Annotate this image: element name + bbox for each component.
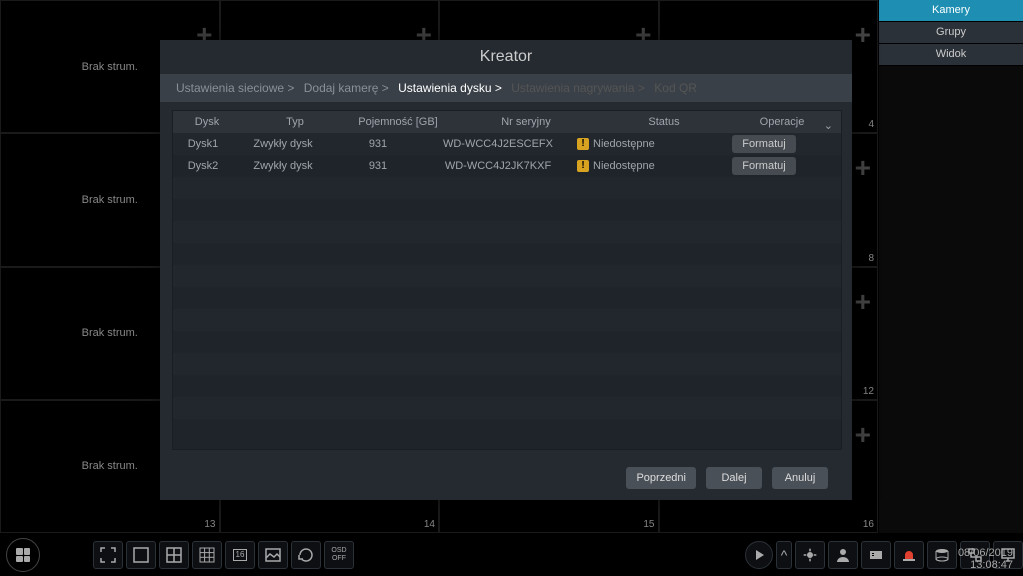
- alarm-icon[interactable]: [894, 541, 924, 569]
- cell-capacity: 931: [333, 133, 423, 155]
- status-text: Niedostępne: [593, 133, 655, 155]
- chevron-up-icon[interactable]: ^: [776, 541, 792, 569]
- no-stream-label: Brak strum.: [82, 194, 138, 206]
- no-stream-label: Brak strum.: [82, 327, 138, 339]
- layout-1-icon[interactable]: [126, 541, 156, 569]
- table-row: [173, 265, 841, 287]
- camera-number: 14: [424, 519, 435, 530]
- table-row: [173, 397, 841, 419]
- prev-button[interactable]: Poprzedni: [626, 467, 696, 489]
- col-disk: Dysk: [173, 111, 241, 133]
- add-camera-icon[interactable]: +: [855, 419, 871, 451]
- tab-cameras[interactable]: Kamery: [879, 0, 1023, 22]
- time-text: 13:08:47: [958, 559, 1013, 571]
- col-capacity: Pojemność [GB]: [349, 111, 447, 133]
- modal-body: Dysk Typ Pojemność [GB] Nr seryjny Statu…: [160, 102, 852, 456]
- table-row: [173, 243, 841, 265]
- modal-title: Kreator: [160, 40, 852, 74]
- table-row: [173, 353, 841, 375]
- layout-16-icon[interactable]: 16: [225, 541, 255, 569]
- cell-disk: Dysk1: [173, 133, 233, 155]
- add-camera-icon[interactable]: +: [855, 152, 871, 184]
- table-row: [173, 177, 841, 199]
- cell-operations: Formatuj: [687, 155, 841, 177]
- col-type: Typ: [241, 111, 349, 133]
- main-menu-icon[interactable]: [6, 538, 40, 572]
- tab-groups[interactable]: Grupy: [879, 22, 1023, 44]
- table-row: Dysk2 Zwykły dysk 931 WD-WCC4J2JK7KXF ! …: [173, 155, 841, 177]
- date-text: 08/06/2019: [958, 547, 1013, 559]
- cell-operations: Formatuj: [687, 133, 841, 155]
- table-body: Dysk1 Zwykły dysk 931 WD-WCC4J2ESCEFX ! …: [173, 133, 841, 441]
- col-operations[interactable]: Operacje ⌄: [723, 111, 841, 133]
- table-row: [173, 331, 841, 353]
- crumb-network[interactable]: Ustawienia sieciowe >: [176, 81, 294, 95]
- next-button[interactable]: Dalej: [706, 467, 762, 489]
- disk-icon[interactable]: [927, 541, 957, 569]
- cell-serial: WD-WCC4J2ESCEFX: [423, 133, 573, 155]
- crumb-qr: Kod QR: [654, 81, 697, 95]
- camera-number: 16: [863, 519, 874, 530]
- osd-toggle-icon[interactable]: OSD OFF: [324, 541, 354, 569]
- camera-number: 13: [204, 519, 215, 530]
- camera-number: 12: [863, 386, 874, 397]
- camera-number: 15: [643, 519, 654, 530]
- format-button[interactable]: Formatuj: [732, 157, 796, 175]
- breadcrumb: Ustawienia sieciowe > Dodaj kamerę > Ust…: [160, 74, 852, 102]
- cell-type: Zwykły dysk: [233, 133, 333, 155]
- fullscreen-icon[interactable]: [93, 541, 123, 569]
- col-operations-label: Operacje: [760, 116, 805, 128]
- col-status: Status: [605, 111, 723, 133]
- right-panel: Kamery Grupy Widok: [879, 0, 1023, 533]
- tab-view[interactable]: Widok: [879, 44, 1023, 66]
- add-camera-icon[interactable]: +: [855, 19, 871, 51]
- cell-status: ! Niedostępne: [573, 155, 687, 177]
- camera-settings-icon[interactable]: [795, 541, 825, 569]
- warning-icon: !: [577, 138, 589, 150]
- cancel-button[interactable]: Anuluj: [772, 467, 828, 489]
- table-header: Dysk Typ Pojemność [GB] Nr seryjny Statu…: [173, 111, 841, 133]
- crumb-add-camera[interactable]: Dodaj kamerę >: [304, 81, 389, 95]
- crumb-record-settings: Ustawienia nagrywania >: [511, 81, 645, 95]
- format-button[interactable]: Formatuj: [732, 135, 796, 153]
- record-list-icon[interactable]: [861, 541, 891, 569]
- add-camera-icon[interactable]: +: [855, 286, 871, 318]
- table-row: Dysk1 Zwykły dysk 931 WD-WCC4J2ESCEFX ! …: [173, 133, 841, 155]
- camera-number: 4: [868, 119, 874, 130]
- camera-number: 8: [868, 253, 874, 264]
- wizard-modal: Kreator Ustawienia sieciowe > Dodaj kame…: [160, 40, 852, 500]
- datetime: 08/06/2019 13:08:47: [958, 547, 1013, 571]
- status-text: Niedostępne: [593, 155, 655, 177]
- play-icon[interactable]: [745, 541, 773, 569]
- cell-status: ! Niedostępne: [573, 133, 687, 155]
- refresh-icon[interactable]: [291, 541, 321, 569]
- bottom-toolbar: 16 OSD OFF ^ 08/06/2019 13:08:47: [0, 534, 1023, 576]
- cell-disk: Dysk2: [173, 155, 233, 177]
- cell-serial: WD-WCC4J2JK7KXF: [423, 155, 573, 177]
- person-icon[interactable]: [828, 541, 858, 569]
- no-stream-label: Brak strum.: [82, 61, 138, 73]
- layout-4-icon[interactable]: [159, 541, 189, 569]
- no-stream-label: Brak strum.: [82, 460, 138, 472]
- image-icon[interactable]: [258, 541, 288, 569]
- warning-icon: !: [577, 160, 589, 172]
- table-row: [173, 199, 841, 221]
- cell-capacity: 931: [333, 155, 423, 177]
- table-row: [173, 419, 841, 441]
- disk-table: Dysk Typ Pojemność [GB] Nr seryjny Statu…: [172, 110, 842, 450]
- table-row: [173, 221, 841, 243]
- modal-footer: Poprzedni Dalej Anuluj: [160, 456, 852, 500]
- table-row: [173, 309, 841, 331]
- col-serial: Nr seryjny: [447, 111, 605, 133]
- cell-type: Zwykły dysk: [233, 155, 333, 177]
- table-row: [173, 287, 841, 309]
- layout-9-icon[interactable]: [192, 541, 222, 569]
- table-row: [173, 375, 841, 397]
- crumb-disk-settings[interactable]: Ustawienia dysku >: [398, 81, 502, 95]
